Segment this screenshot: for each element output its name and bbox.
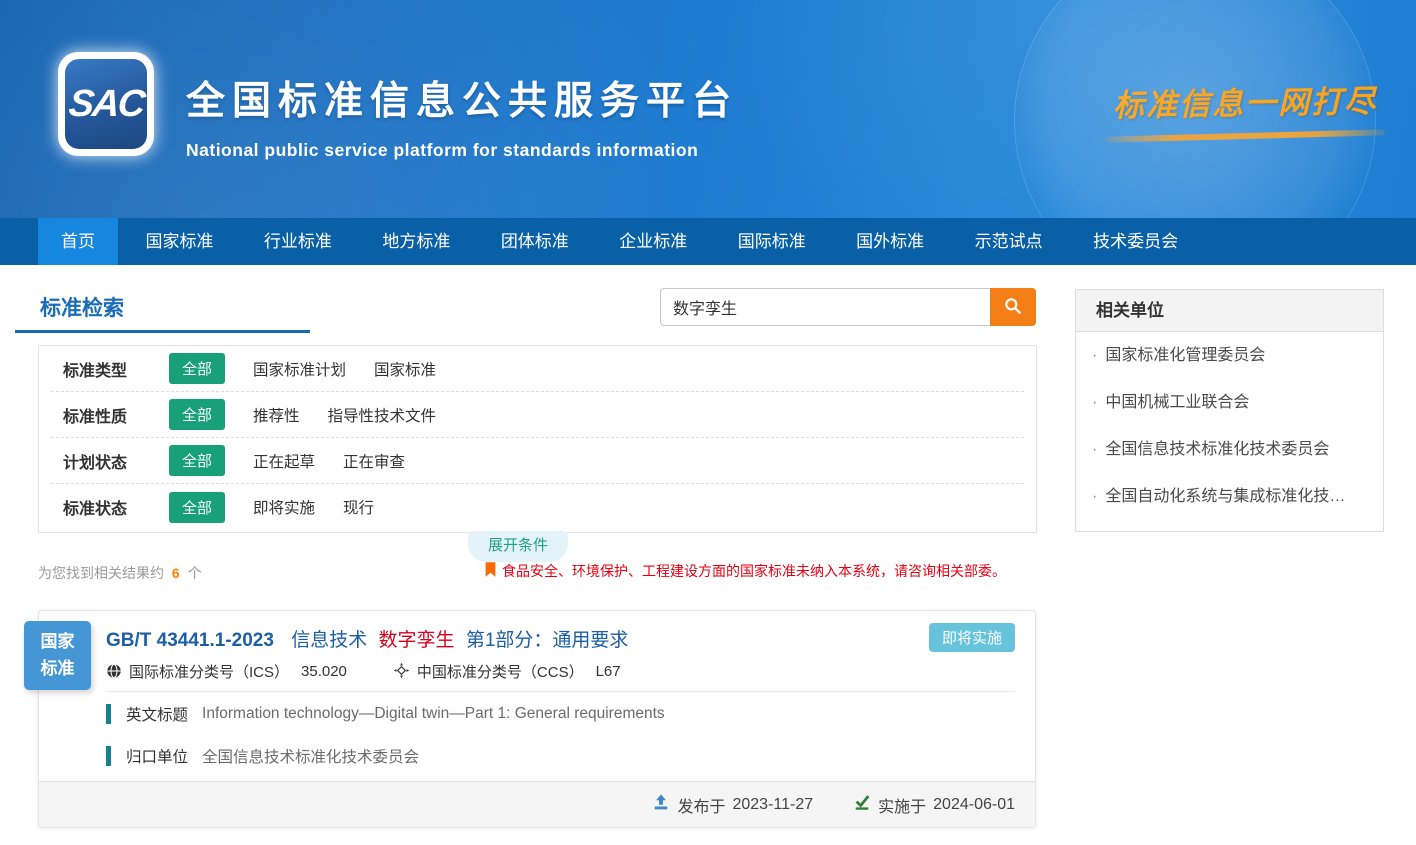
magnifier-icon	[1003, 296, 1023, 319]
publish-label: 发布于	[677, 793, 725, 817]
nav-item-enterprise-standards[interactable]: 企业标准	[596, 218, 710, 265]
sidebar-item-automation-committee[interactable]: 全国自动化系统与集成标准化技…	[1076, 473, 1383, 520]
page: SAC 全国标准信息公共服务平台 National public service…	[0, 0, 1416, 845]
notice-text: 食品安全、环境保护、工程建设方面的国家标准未纳入本系统，请咨询相关部委。	[502, 561, 1006, 581]
filter-row-standard-type: 标准类型 全部 国家标准计划 国家标准	[51, 346, 1024, 392]
filter-option[interactable]: 国家标准	[374, 358, 436, 380]
publish-date: 2023-11-27	[732, 796, 813, 814]
system-notice: 食品安全、环境保护、工程建设方面的国家标准未纳入本系统，请咨询相关部委。	[484, 561, 1006, 581]
implement-icon	[853, 793, 871, 816]
filter-row-plan-status: 计划状态 全部 正在起草 正在审查	[51, 438, 1024, 484]
related-units-title: 相关单位	[1076, 290, 1383, 332]
standard-type-badge: 国家 标准	[24, 621, 91, 690]
nav-item-technical-committee[interactable]: 技术委员会	[1070, 218, 1201, 265]
search-button[interactable]	[990, 288, 1036, 326]
standard-title-link[interactable]: GB/T 43441.1-2023 信息技术 数字孪生 第1部分：通用要求	[106, 625, 628, 652]
nav-item-home[interactable]: 首页	[38, 218, 118, 265]
header-slogan-text: 标准信息一网打尽	[1090, 75, 1401, 125]
sidebar-item-machinery-federation[interactable]: 中国机械工业联合会	[1076, 379, 1383, 426]
nav-item-pilot[interactable]: 示范试点	[952, 218, 1066, 265]
result-count-suffix: 个	[188, 565, 202, 581]
nav-item-foreign-standards[interactable]: 国外标准	[833, 218, 947, 265]
type-badge-line2: 标准	[41, 656, 75, 682]
nav-item-industry-standards[interactable]: 行业标准	[241, 218, 355, 265]
ccs-value: L67	[596, 663, 621, 680]
related-units-panel: 相关单位 国家标准化管理委员会 中国机械工业联合会 全国信息技术标准化技术委员会…	[1075, 289, 1384, 532]
nav-item-international-standards[interactable]: 国际标准	[715, 218, 829, 265]
type-badge-line1: 国家	[41, 629, 75, 655]
english-title-row: 英文标题 Information technology—Digital twin…	[106, 703, 665, 725]
page-title-underline	[15, 330, 310, 333]
sidebar-item-sac[interactable]: 国家标准化管理委员会	[1076, 332, 1383, 379]
search-input[interactable]	[660, 288, 990, 326]
publish-icon	[652, 793, 670, 816]
standard-code[interactable]: GB/T 43441.1-2023	[106, 630, 274, 651]
main-nav: 首页 国家标准 行业标准 地方标准 团体标准 企业标准 国际标准 国外标准 示范…	[0, 218, 1416, 265]
result-count-number: 6	[172, 565, 180, 581]
filter-option[interactable]: 即将实施	[253, 496, 315, 518]
field-label: 英文标题	[126, 703, 188, 725]
implement-date-group: 实施于 2024-06-01	[853, 793, 1015, 817]
implement-label: 实施于	[878, 793, 926, 817]
filter-label: 标准类型	[51, 357, 143, 381]
filter-panel: 标准类型 全部 国家标准计划 国家标准 标准性质 全部 推荐性 指导性技术文件 …	[38, 345, 1037, 533]
filter-all-button[interactable]: 全部	[169, 492, 225, 523]
standard-title-part2[interactable]: 第1部分：通用要求	[466, 630, 629, 651]
filter-all-button[interactable]: 全部	[169, 399, 225, 430]
classification-row: 国际标准分类号（ICS） 35.020 中国标准分类号（CCS） L67	[106, 661, 621, 682]
filter-option[interactable]: 正在起草	[253, 450, 315, 472]
field-marker-bar	[106, 704, 111, 724]
site-title: 全国标准信息公共服务平台	[186, 70, 738, 126]
search-box	[660, 288, 1036, 326]
filter-option[interactable]: 正在审查	[343, 450, 405, 472]
site-subtitle: National public service platform for sta…	[186, 140, 738, 161]
sidebar-item-it-standardization-committee[interactable]: 全国信息技术标准化技术委员会	[1076, 426, 1383, 473]
filter-all-button[interactable]: 全部	[169, 445, 225, 476]
filter-row-standard-nature: 标准性质 全部 推荐性 指导性技术文件	[51, 392, 1024, 438]
field-marker-bar	[106, 746, 111, 766]
standard-title-part1[interactable]: 信息技术	[291, 630, 367, 651]
sac-logo-text: SAC	[67, 83, 146, 126]
sac-logo-inner: SAC	[65, 59, 147, 149]
result-count: 为您找到相关结果约 6 个	[38, 563, 202, 583]
filter-label: 标准状态	[51, 495, 143, 519]
filter-option[interactable]: 推荐性	[253, 404, 300, 426]
ics-value: 35.020	[301, 663, 347, 680]
ccs-label: 中国标准分类号（CCS）	[417, 661, 584, 682]
filter-option[interactable]: 国家标准计划	[253, 358, 346, 380]
nav-item-local-standards[interactable]: 地方标准	[359, 218, 473, 265]
result-count-prefix: 为您找到相关结果约	[38, 565, 164, 581]
site-title-block: 全国标准信息公共服务平台 National public service pla…	[186, 70, 738, 161]
filter-option[interactable]: 指导性技术文件	[328, 404, 437, 426]
publish-date-group: 发布于 2023-11-27	[652, 793, 813, 817]
card-divider	[106, 691, 1015, 692]
filter-all-button[interactable]: 全部	[169, 353, 225, 384]
page-title: 标准检索	[40, 292, 124, 322]
status-badge: 即将实施	[929, 623, 1015, 652]
ics-label: 国际标准分类号（ICS）	[129, 661, 289, 682]
implement-date: 2024-06-01	[933, 796, 1015, 814]
bookmark-icon	[484, 561, 497, 581]
header-slogan: 标准信息一网打尽	[1090, 78, 1400, 139]
compass-icon	[393, 662, 410, 681]
filter-option[interactable]: 现行	[343, 496, 374, 518]
globe-icon	[106, 663, 122, 681]
nav-item-national-standards[interactable]: 国家标准	[122, 218, 236, 265]
card-footer: 发布于 2023-11-27 实施于 2024-06-01	[39, 781, 1035, 827]
sac-logo: SAC	[58, 52, 154, 156]
field-value: Information technology—Digital twin—Part…	[202, 705, 665, 723]
filter-row-standard-status: 标准状态 全部 即将实施 现行	[51, 484, 1024, 530]
field-label: 归口单位	[126, 745, 188, 767]
committee-row: 归口单位 全国信息技术标准化技术委员会	[106, 745, 419, 767]
standard-result-card: 国家 标准 GB/T 43441.1-2023 信息技术 数字孪生 第1部分：通…	[38, 610, 1036, 828]
filter-label: 标准性质	[51, 403, 143, 427]
filter-label: 计划状态	[51, 449, 143, 473]
field-value: 全国信息技术标准化技术委员会	[202, 745, 419, 767]
nav-item-group-standards[interactable]: 团体标准	[478, 218, 592, 265]
standard-title-highlight[interactable]: 数字孪生	[379, 630, 455, 651]
expand-conditions-button[interactable]: 展开条件	[468, 531, 568, 562]
slogan-underline	[1105, 129, 1385, 142]
site-header: SAC 全国标准信息公共服务平台 National public service…	[0, 0, 1416, 218]
